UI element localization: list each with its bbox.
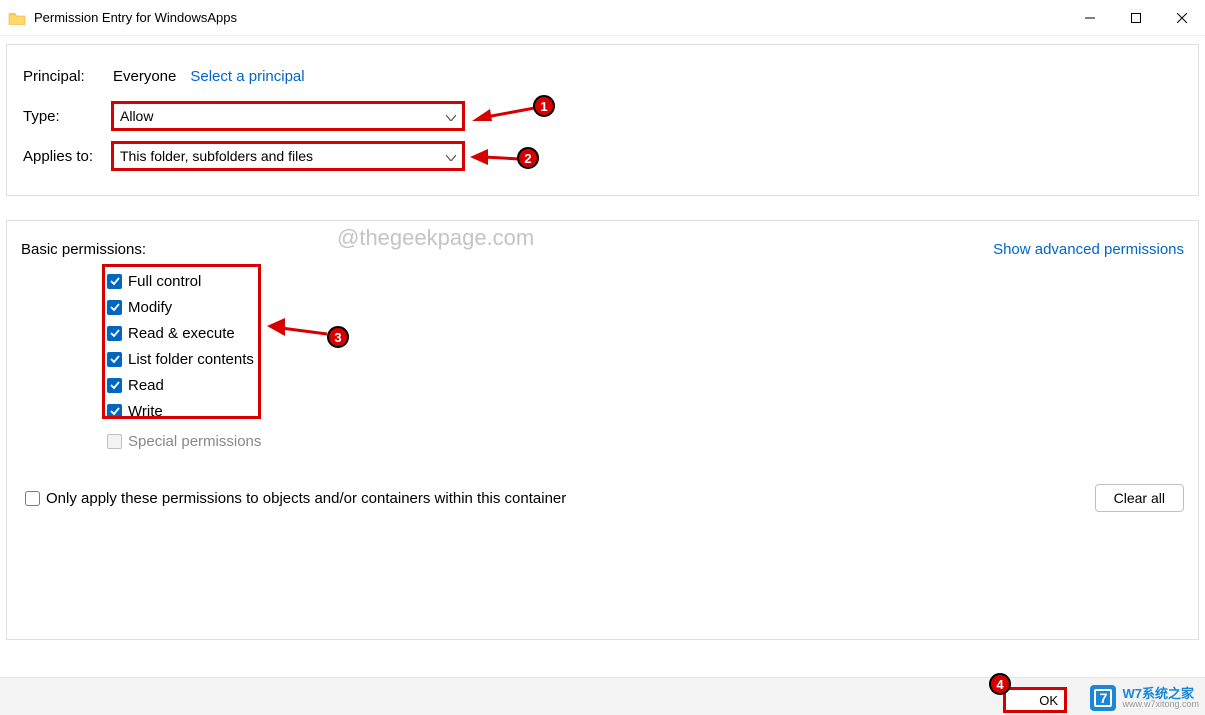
- close-button[interactable]: [1159, 0, 1205, 36]
- perm-label: Read & execute: [128, 325, 235, 342]
- badge-3: 3: [327, 326, 349, 348]
- badge-1: 1: [533, 95, 555, 117]
- window-title: Permission Entry for WindowsApps: [34, 10, 237, 25]
- applies-label: Applies to:: [23, 148, 113, 165]
- perm-label: Write: [128, 403, 163, 420]
- applies-row: Applies to: This folder, subfolders and …: [23, 141, 1182, 171]
- chevron-down-icon: [446, 108, 456, 124]
- brand-watermark: 7 W7系统之家 www.w7xitong.com: [1090, 685, 1199, 711]
- perm-list-folder: List folder contents: [107, 346, 1184, 372]
- perm-label: List folder contents: [128, 351, 254, 368]
- ok-label: OK: [1039, 693, 1058, 708]
- checkbox-modify[interactable]: [107, 300, 122, 315]
- only-apply-label: Only apply these permissions to objects …: [46, 490, 566, 507]
- ok-area: 4 OK: [1005, 689, 1065, 711]
- principal-row: Principal: Everyone Select a principal: [23, 61, 1182, 91]
- badge-4: 4: [989, 673, 1011, 695]
- perm-special: Special permissions: [107, 428, 1184, 454]
- basic-permissions-label: Basic permissions:: [21, 241, 146, 258]
- checkbox-list-folder[interactable]: [107, 352, 122, 367]
- permissions-list: Full control Modify Read & execute List …: [107, 268, 1184, 454]
- perm-modify: Modify: [107, 294, 1184, 320]
- principal-pane: Principal: Everyone Select a principal T…: [6, 44, 1199, 196]
- window-controls: [1067, 0, 1205, 36]
- footer-bar: 4 OK 7 W7系统之家 www.w7xitong.com: [0, 677, 1205, 715]
- checkbox-special: [107, 434, 122, 449]
- brand-url: www.w7xitong.com: [1122, 700, 1199, 709]
- perm-write: Write: [107, 398, 1184, 424]
- permissions-header: Basic permissions: Show advanced permiss…: [21, 241, 1184, 258]
- checkbox-write[interactable]: [107, 404, 122, 419]
- permissions-pane: @thegeekpage.com Basic permissions: Show…: [6, 220, 1199, 640]
- minimize-button[interactable]: [1067, 0, 1113, 36]
- applies-dropdown[interactable]: This folder, subfolders and files: [113, 143, 463, 169]
- checkbox-read-execute[interactable]: [107, 326, 122, 341]
- checkbox-read[interactable]: [107, 378, 122, 393]
- chevron-down-icon: [446, 148, 456, 164]
- only-apply-row: Only apply these permissions to objects …: [25, 490, 566, 507]
- select-principal-link[interactable]: Select a principal: [190, 68, 304, 85]
- perm-read: Read: [107, 372, 1184, 398]
- badge-2: 2: [517, 147, 539, 169]
- perm-label: Full control: [128, 273, 201, 290]
- checkbox-full-control[interactable]: [107, 274, 122, 289]
- perm-full-control: Full control: [107, 268, 1184, 294]
- maximize-button[interactable]: [1113, 0, 1159, 36]
- perm-label: Special permissions: [128, 433, 261, 450]
- type-label: Type:: [23, 108, 113, 125]
- clear-all-button[interactable]: Clear all: [1095, 484, 1184, 512]
- principal-value: Everyone: [113, 68, 176, 85]
- ok-button[interactable]: OK: [1005, 689, 1065, 711]
- permission-entry-window: Permission Entry for WindowsApps Princip…: [0, 0, 1205, 715]
- titlebar: Permission Entry for WindowsApps: [0, 0, 1205, 36]
- perm-label: Read: [128, 377, 164, 394]
- content-area: Principal: Everyone Select a principal T…: [0, 36, 1205, 640]
- type-value: Allow: [120, 108, 153, 124]
- folder-icon: [8, 11, 26, 25]
- brand-logo-icon: 7: [1090, 685, 1116, 711]
- principal-label: Principal:: [23, 68, 113, 85]
- show-advanced-link[interactable]: Show advanced permissions: [993, 241, 1184, 258]
- type-dropdown[interactable]: Allow: [113, 103, 463, 129]
- perm-label: Modify: [128, 299, 172, 316]
- perm-read-execute: Read & execute: [107, 320, 1184, 346]
- checkbox-only-apply[interactable]: [25, 491, 40, 506]
- type-row: Type: Allow 1: [23, 101, 1182, 131]
- applies-value: This folder, subfolders and files: [120, 148, 313, 164]
